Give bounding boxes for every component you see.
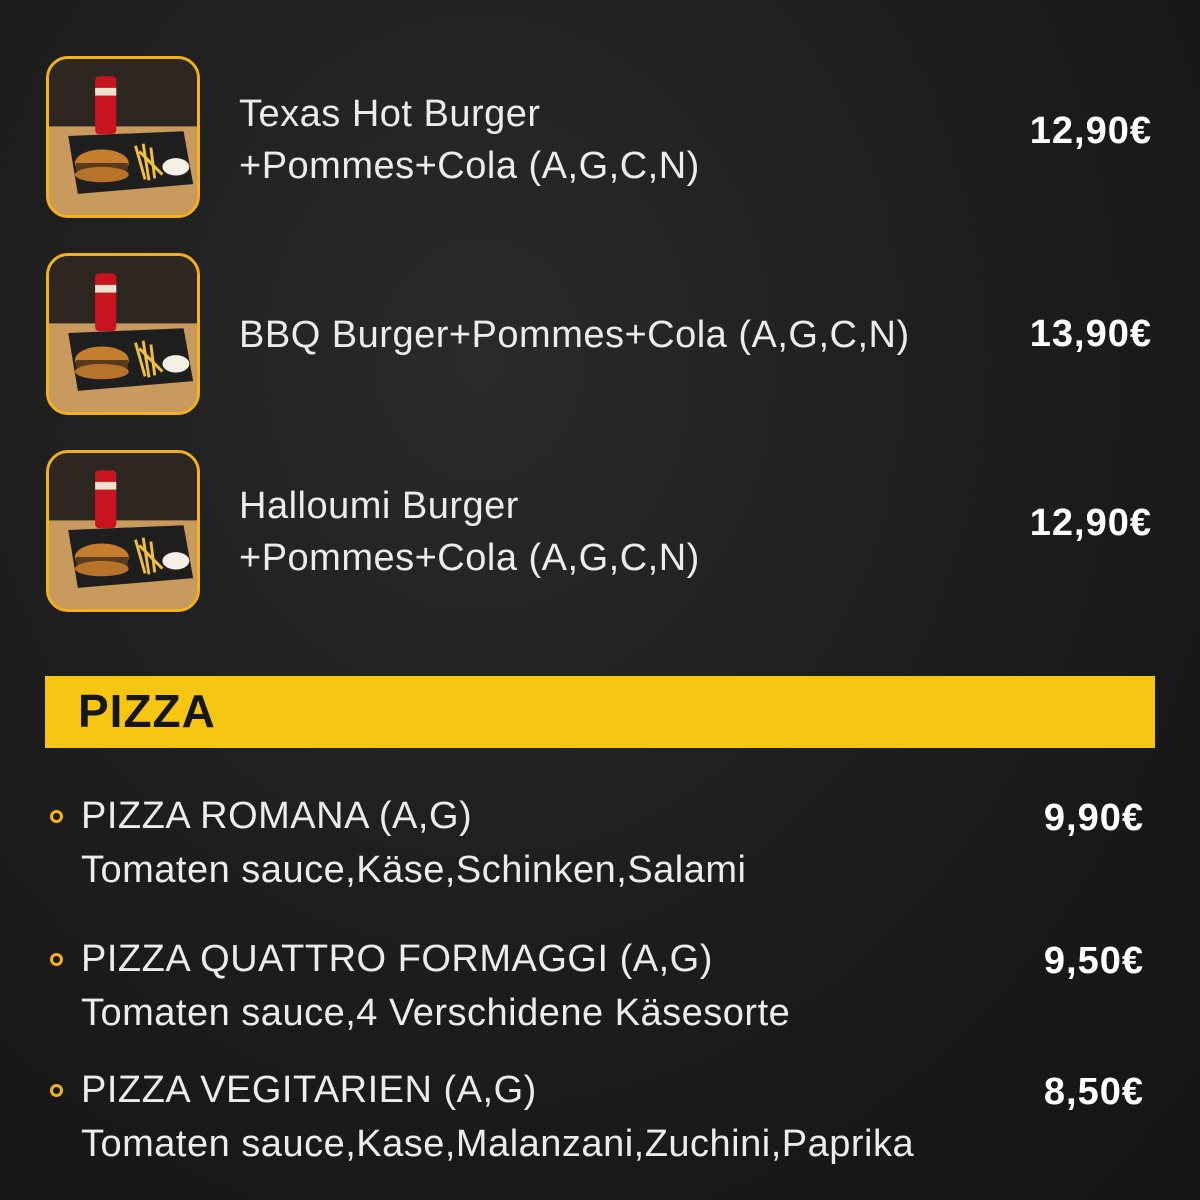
- burger-combo-photo: [46, 253, 200, 415]
- bullet-circle-icon: [50, 1084, 63, 1097]
- combo-name-line2: +Pommes+Cola (A,G,C,N): [239, 145, 700, 187]
- bullet-circle-icon: [50, 810, 63, 823]
- combo-price: 12,90€: [1029, 110, 1152, 152]
- pizza-price: 9,50€: [1043, 940, 1144, 982]
- pizza-name: PIZZA ROMANA (A,G): [81, 795, 473, 837]
- menu-item-pizza[interactable]: PIZZA QUATTRO FORMAGGI (A,G) Tomaten sau…: [0, 938, 1200, 1058]
- section-header-pizza: PIZZA: [45, 676, 1155, 748]
- combo-name-line1: Halloumi Burger: [239, 485, 519, 527]
- combo-name: Halloumi Burger +Pommes+Cola (A,G,C,N): [239, 480, 700, 584]
- combo-name: Texas Hot Burger +Pommes+Cola (A,G,C,N): [239, 88, 700, 192]
- pizza-description: Tomaten sauce,Kase,Malanzani,Zuchini,Pap…: [81, 1123, 915, 1165]
- combo-price: 13,90€: [1029, 313, 1152, 355]
- menu-item-combo[interactable]: BBQ Burger+Pommes+Cola (A,G,C,N) 13,90€: [0, 253, 1200, 423]
- menu-page: { "combos": [ { "name_line1": "Texas Hot…: [0, 0, 1200, 1200]
- combo-name-line1: Texas Hot Burger: [239, 93, 541, 135]
- burger-combo-photo: [46, 450, 200, 612]
- pizza-description: Tomaten sauce,4 Verschidene Käsesorte: [81, 992, 791, 1034]
- menu-item-pizza[interactable]: PIZZA VEGITARIEN (A,G) Tomaten sauce,Kas…: [0, 1069, 1200, 1189]
- pizza-price: 8,50€: [1043, 1071, 1144, 1113]
- section-title: PIZZA: [78, 685, 216, 737]
- pizza-name: PIZZA VEGITARIEN (A,G): [81, 1069, 537, 1111]
- combo-price: 12,90€: [1029, 502, 1152, 544]
- combo-name-line2: +Pommes+Cola (A,G,C,N): [239, 537, 700, 579]
- pizza-name: PIZZA QUATTRO FORMAGGI (A,G): [81, 938, 713, 980]
- bullet-circle-icon: [50, 953, 63, 966]
- menu-item-combo[interactable]: Halloumi Burger +Pommes+Cola (A,G,C,N) 1…: [0, 450, 1200, 620]
- burger-combo-photo: [46, 56, 200, 218]
- pizza-price: 9,90€: [1043, 797, 1144, 839]
- menu-item-pizza[interactable]: PIZZA ROMANA (A,G) Tomaten sauce,Käse,Sc…: [0, 795, 1200, 915]
- pizza-description: Tomaten sauce,Käse,Schinken,Salami: [81, 849, 747, 891]
- menu-item-combo[interactable]: Texas Hot Burger +Pommes+Cola (A,G,C,N) …: [0, 56, 1200, 226]
- combo-name: BBQ Burger+Pommes+Cola (A,G,C,N): [239, 309, 910, 361]
- combo-name-line1: BBQ Burger+Pommes+Cola (A,G,C,N): [239, 314, 910, 356]
